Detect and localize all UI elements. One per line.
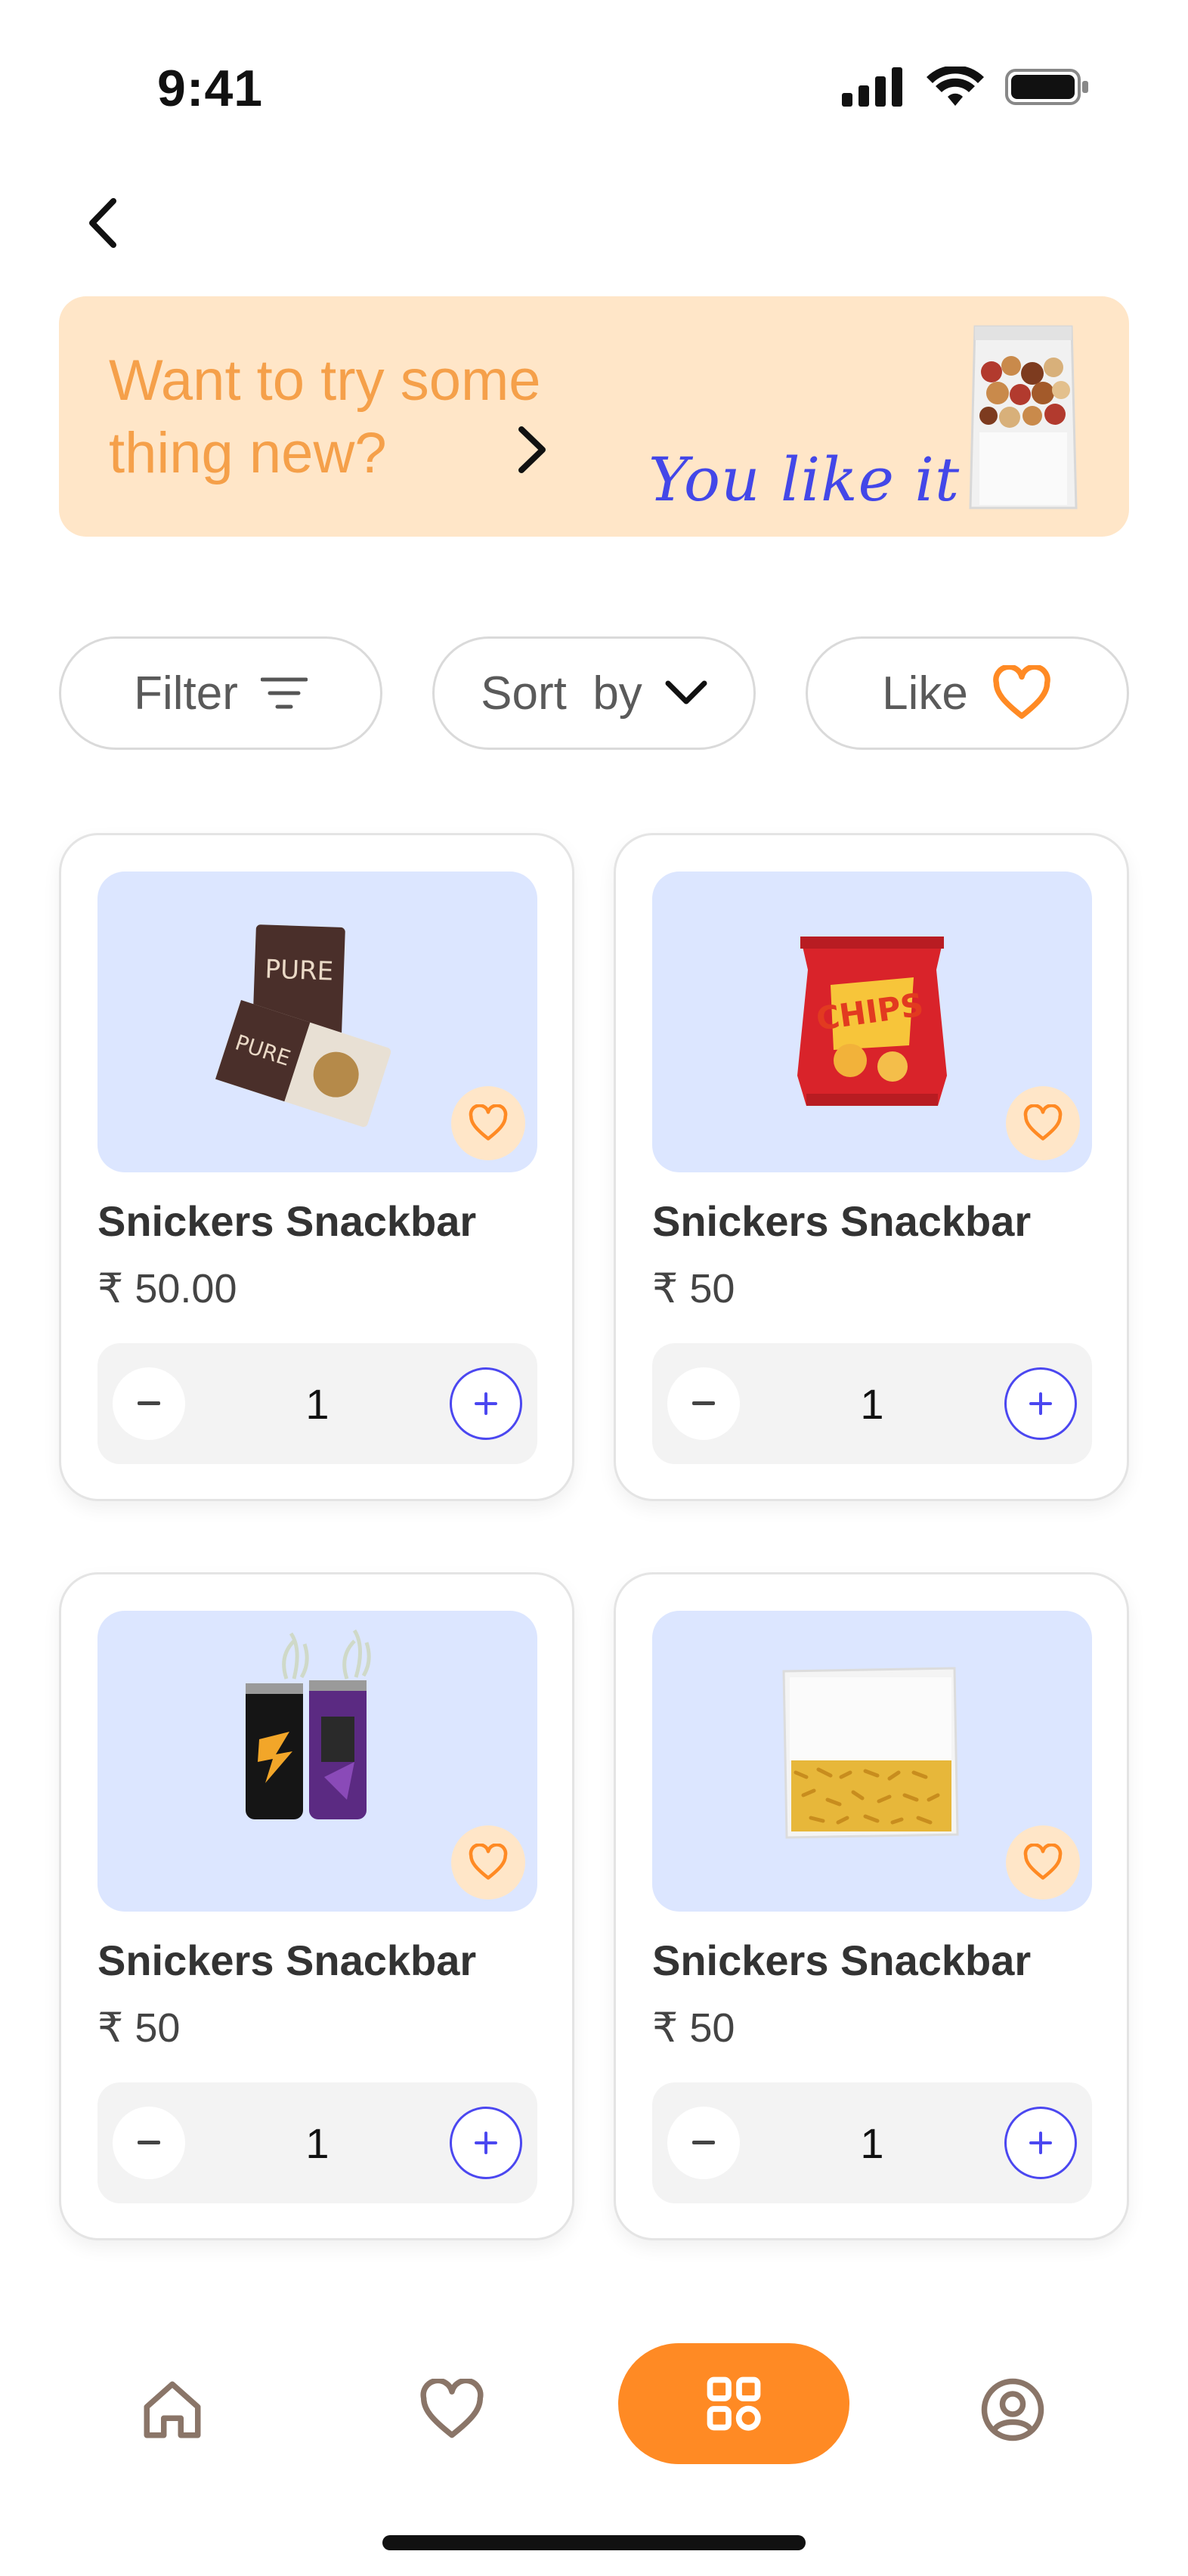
nav-profile[interactable] — [967, 2364, 1058, 2455]
increase-button[interactable] — [450, 2107, 522, 2179]
favorite-button[interactable] — [1006, 1825, 1080, 1899]
product-card[interactable]: CHIPS Snickers Snackbar ₹ 50 1 — [614, 833, 1129, 1501]
favorite-button[interactable] — [1006, 1086, 1080, 1160]
promo-banner[interactable]: Want to try some thing new? You like it — [59, 296, 1129, 537]
increase-button[interactable] — [450, 1367, 522, 1440]
product-name: Snickers Snackbar — [652, 1197, 1032, 1245]
status-bar: 9:41 — [0, 0, 1188, 174]
nav-categories[interactable] — [618, 2343, 849, 2464]
like-label: Like — [882, 667, 968, 720]
svg-text:PURE: PURE — [265, 954, 334, 986]
promo-tagline: You like it — [648, 444, 961, 515]
nuts-pouch-image — [969, 325, 1078, 509]
heart-icon — [469, 1104, 508, 1141]
nav-favorites[interactable] — [407, 2364, 497, 2455]
plus-icon — [475, 2132, 497, 2154]
product-image — [652, 1611, 1092, 1912]
product-card[interactable]: PURE PURE Snickers Snackbar ₹ 50.00 1 — [59, 833, 574, 1501]
plus-icon — [1029, 1392, 1052, 1415]
filter-button[interactable]: Filter — [59, 636, 382, 750]
heart-icon — [420, 2379, 484, 2438]
heart-icon — [1023, 1104, 1063, 1141]
favorite-button[interactable] — [451, 1825, 525, 1899]
product-name: Snickers Snackbar — [97, 1937, 477, 1984]
product-image: PURE PURE — [97, 872, 537, 1172]
signal-icon — [842, 67, 902, 107]
product-price: ₹ 50 — [97, 2005, 181, 2051]
chevron-down-icon — [665, 680, 707, 704]
categories-icon — [707, 2376, 761, 2431]
chevron-right-icon[interactable] — [512, 423, 550, 476]
status-time: 9:41 — [157, 60, 264, 117]
product-price: ₹ 50.00 — [97, 1266, 237, 1311]
product-image: CHIPS — [652, 872, 1092, 1172]
product-price: ₹ 50 — [652, 1266, 735, 1311]
heart-icon — [469, 1844, 508, 1880]
profile-icon — [981, 2378, 1044, 2441]
battery-icon — [1005, 69, 1088, 105]
wifi-icon — [927, 67, 984, 106]
plus-icon — [1029, 2132, 1052, 2154]
filter-icon — [260, 677, 308, 709]
product-card[interactable]: Snickers Snackbar ₹ 50 1 — [59, 1572, 574, 2240]
heart-icon — [993, 665, 1050, 719]
heart-icon — [1023, 1844, 1063, 1880]
favorite-button[interactable] — [451, 1086, 525, 1160]
like-filter-button[interactable]: Like — [806, 636, 1129, 750]
product-image — [97, 1611, 537, 1912]
chevron-left-icon — [89, 198, 116, 248]
status-icons — [842, 67, 1090, 107]
quantity-stepper: 1 — [652, 2082, 1092, 2203]
product-name: Snickers Snackbar — [652, 1937, 1032, 1984]
home-indicator — [382, 2535, 806, 2550]
plus-icon — [475, 1392, 497, 1415]
home-icon — [144, 2381, 201, 2438]
sort-label: Sort by — [481, 667, 642, 720]
filter-label: Filter — [134, 667, 238, 720]
increase-button[interactable] — [1004, 1367, 1077, 1440]
quantity-stepper: 1 — [97, 1343, 537, 1464]
product-card[interactable]: Snickers Snackbar ₹ 50 1 — [614, 1572, 1129, 2240]
quantity-stepper: 1 — [652, 1343, 1092, 1464]
nav-home[interactable] — [127, 2364, 218, 2455]
sort-by-dropdown[interactable]: Sort by — [432, 636, 756, 750]
product-name: Snickers Snackbar — [97, 1197, 477, 1245]
increase-button[interactable] — [1004, 2107, 1077, 2179]
quantity-stepper: 1 — [97, 2082, 537, 2203]
back-button[interactable] — [73, 189, 133, 257]
product-price: ₹ 50 — [652, 2005, 735, 2051]
